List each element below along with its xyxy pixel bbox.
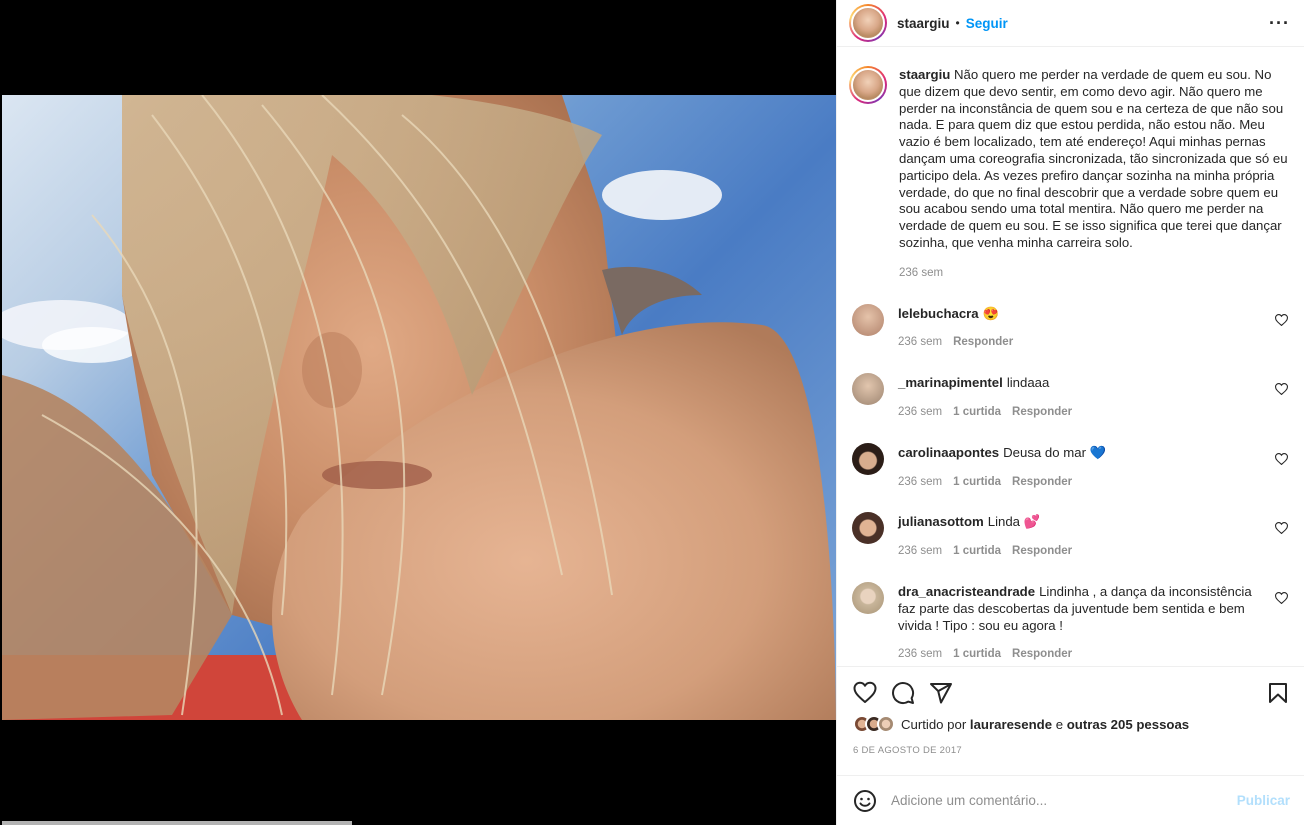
- author-avatar[interactable]: [849, 4, 887, 42]
- comment-item: julianasottom Linda 💕 236 sem 1 curtida R…: [849, 512, 1290, 560]
- liked-by-username[interactable]: lauraresende: [970, 717, 1052, 732]
- commenter-avatar[interactable]: [852, 442, 884, 475]
- photo-illustration: [2, 95, 836, 720]
- comment-like-heart-icon[interactable]: [1275, 313, 1288, 326]
- caption-body: staargiu Não quero me perder na verdade …: [899, 67, 1290, 282]
- add-comment-bar: Publicar: [837, 775, 1304, 825]
- comment-meta: 236 sem 1 curtida Responder: [898, 543, 1262, 560]
- comments-list[interactable]: staargiu Não quero me perder na verdade …: [837, 47, 1304, 665]
- instagram-post: staargiu • Seguir ··· staargiu Não quero…: [0, 0, 1304, 825]
- comment-like-count[interactable]: 1 curtida: [953, 404, 1001, 421]
- media-area: [0, 0, 836, 825]
- caption: staargiu Não quero me perder na verdade …: [849, 66, 1290, 282]
- comment-time: 236 sem: [898, 545, 943, 558]
- comment-item: carolinaapontes Deusa do mar 💙 236 sem 1 …: [849, 442, 1290, 491]
- bookmark-icon[interactable]: [1266, 681, 1290, 705]
- comment-item: dra_anacristeandrade Lindinha , a dança d…: [849, 581, 1290, 663]
- commenter-username[interactable]: julianasottom: [898, 514, 984, 529]
- comment-meta: 236 sem 1 curtida Responder: [898, 474, 1262, 491]
- comment-like-count[interactable]: 1 curtida: [953, 646, 1001, 663]
- emoji-icon[interactable]: [853, 789, 877, 813]
- caption-username[interactable]: staargiu: [899, 67, 950, 82]
- post-header: staargiu • Seguir ···: [837, 0, 1304, 47]
- comment-text: 😍: [982, 305, 1000, 321]
- post-photo[interactable]: [2, 95, 836, 720]
- post-actions: Curtido por lauraresende e outras 205 pe…: [837, 666, 1304, 756]
- reply-button[interactable]: Responder: [1012, 646, 1072, 663]
- share-icon[interactable]: [929, 681, 953, 705]
- commenter-username[interactable]: dra_anacristeandrade: [898, 584, 1035, 599]
- commenter-avatar[interactable]: [852, 581, 884, 614]
- commenter-avatar[interactable]: [852, 512, 884, 545]
- likes-connector: e: [1055, 716, 1064, 732]
- comment-like-heart-icon[interactable]: [1275, 522, 1288, 535]
- comment-text: lindaaa: [1006, 375, 1050, 391]
- comment-item: _marinapimentel lindaaa 236 sem 1 curtida…: [849, 373, 1290, 421]
- caption-time[interactable]: 236 sem: [899, 265, 1290, 282]
- separator-dot: •: [955, 16, 960, 30]
- commenter-avatar[interactable]: [852, 303, 884, 336]
- comment-time: 236 sem: [898, 648, 943, 661]
- commenter-avatar[interactable]: [852, 373, 884, 406]
- comment-like-count[interactable]: 1 curtida: [953, 474, 1001, 491]
- comment-like-heart-icon[interactable]: [1275, 452, 1288, 465]
- comment-body: lelebuchacra 😍 236 sem Responder: [898, 304, 1290, 352]
- post-date[interactable]: 6 DE AGOSTO DE 2017: [853, 745, 1290, 756]
- comment-like-heart-icon[interactable]: [1275, 383, 1288, 396]
- liker-avatar: [877, 715, 895, 733]
- heart-icon[interactable]: [853, 681, 877, 705]
- post-details-panel: staargiu • Seguir ··· staargiu Não quero…: [836, 0, 1304, 825]
- comment-item: lelebuchacra 😍 236 sem Responder: [849, 303, 1290, 352]
- commenter-username[interactable]: carolinaapontes: [898, 445, 999, 460]
- comment-text: Linda 💕: [987, 514, 1041, 530]
- comment-icon[interactable]: [891, 681, 915, 705]
- commenter-username[interactable]: _marinapimentel: [898, 375, 1003, 390]
- comment-meta: 236 sem 1 curtida Responder: [898, 646, 1262, 663]
- comment-time: 236 sem: [898, 475, 943, 488]
- comment-body: carolinaapontes Deusa do mar 💙 236 sem 1 …: [898, 443, 1290, 491]
- publish-button[interactable]: Publicar: [1237, 793, 1290, 808]
- caption-text: Não quero me perder na verdade de quem e…: [899, 67, 1288, 250]
- comment-like-count[interactable]: 1 curtida: [953, 543, 1001, 560]
- comment-meta: 236 sem Responder: [898, 334, 1262, 351]
- reply-button[interactable]: Responder: [1012, 543, 1072, 560]
- comment-body: julianasottom Linda 💕 236 sem 1 curtida R…: [898, 512, 1290, 560]
- likes-others-count[interactable]: outras 205 pessoas: [1067, 717, 1189, 732]
- comment-body: _marinapimentel lindaaa 236 sem 1 curtida…: [898, 373, 1290, 421]
- likes-prefix: Curtido por: [901, 716, 967, 732]
- caption-avatar-image: [851, 68, 885, 102]
- reply-button[interactable]: Responder: [1012, 404, 1072, 421]
- more-options-icon[interactable]: ···: [1269, 14, 1290, 32]
- action-icons: [853, 667, 1290, 719]
- author-username[interactable]: staargiu: [897, 16, 950, 31]
- likes-summary[interactable]: Curtido por lauraresende e outras 205 pe…: [853, 715, 1290, 733]
- reply-button[interactable]: Responder: [1012, 474, 1072, 491]
- comment-meta: 236 sem 1 curtida Responder: [898, 404, 1262, 421]
- comment-time: 236 sem: [898, 336, 943, 349]
- commenter-username[interactable]: lelebuchacra: [898, 306, 979, 321]
- comment-input[interactable]: [891, 793, 1237, 808]
- comment-text: Deusa do mar 💙: [1003, 444, 1107, 460]
- author-avatar-image: [851, 6, 885, 40]
- reply-button[interactable]: Responder: [953, 334, 1013, 351]
- comment-body: dra_anacristeandrade Lindinha , a dança d…: [898, 582, 1290, 663]
- follow-button[interactable]: Seguir: [966, 16, 1008, 31]
- comment-like-heart-icon[interactable]: [1275, 591, 1288, 604]
- caption-author-avatar[interactable]: [849, 66, 887, 104]
- liker-avatars: [853, 715, 895, 733]
- comment-time: 236 sem: [898, 405, 943, 418]
- media-progress-bar: [2, 821, 352, 825]
